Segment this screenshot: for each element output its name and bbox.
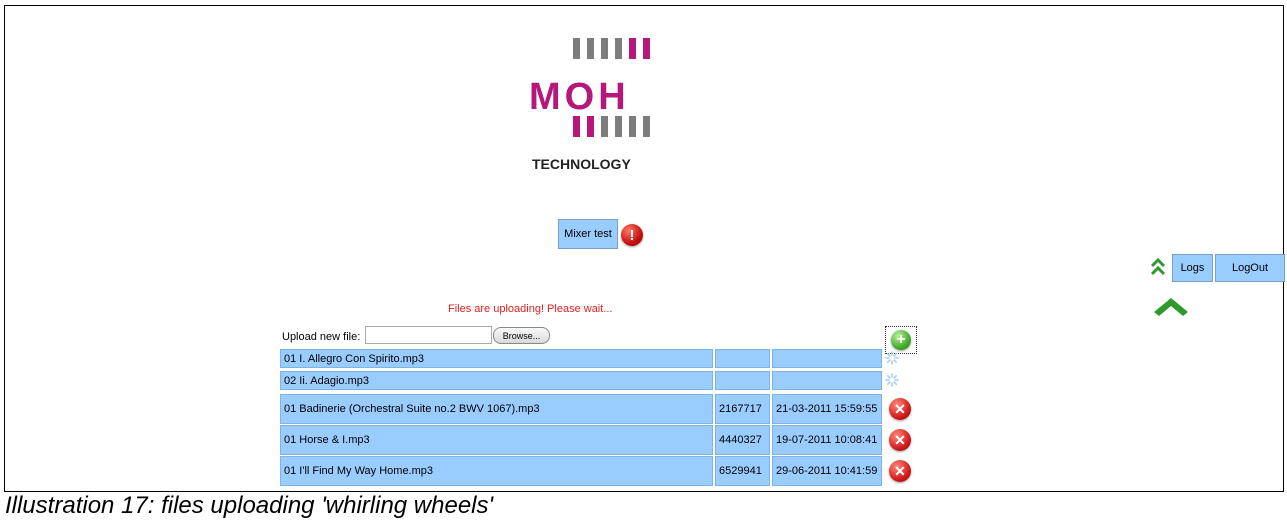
upload-file-input[interactable] (365, 326, 492, 344)
file-date (772, 349, 882, 368)
double-chevron-up-icon[interactable] (1150, 256, 1166, 278)
logo-brand: MOH (529, 76, 630, 118)
file-row: 01 I'll Find My Way Home.mp3 6529941 29-… (280, 456, 911, 486)
delete-file-icon[interactable]: ✕ (889, 429, 911, 451)
loading-spinner-icon (885, 351, 899, 365)
file-row: 02 Ii. Adagio.mp3 (280, 371, 899, 390)
file-row: 01 Horse & I.mp3 4440327 19-07-2011 10:0… (280, 425, 911, 455)
browse-button[interactable]: Browse... (493, 327, 550, 344)
plus-circle-icon: + (891, 330, 911, 350)
file-size: 6529941 (715, 456, 770, 486)
file-name: 01 Horse & I.mp3 (280, 425, 713, 455)
exclamation-icon[interactable]: ! (621, 224, 643, 246)
logo-tagline: TECHNOLOGY (532, 156, 631, 172)
delete-file-icon[interactable]: ✕ (889, 460, 911, 482)
file-row: 01 I. Allegro Con Spirito.mp3 (280, 349, 899, 368)
upload-status-text: Files are uploading! Please wait... (448, 303, 613, 315)
logs-button[interactable]: Logs (1172, 254, 1213, 282)
file-name: 01 Badinerie (Orchestral Suite no.2 BWV … (280, 394, 713, 424)
file-size: 2167717 (715, 394, 770, 424)
delete-file-icon[interactable]: ✕ (889, 398, 911, 420)
loading-spinner-icon (885, 373, 899, 387)
file-date: 29-06-2011 10:41:59 (772, 456, 882, 486)
file-size: 4440327 (715, 425, 770, 455)
moh-technology-logo: MOH TECHNOLOGY (525, 38, 685, 178)
file-name: 01 I. Allegro Con Spirito.mp3 (280, 349, 713, 368)
chevron-up-icon[interactable] (1154, 297, 1188, 317)
file-name: 01 I'll Find My Way Home.mp3 (280, 456, 713, 486)
file-row: 01 Badinerie (Orchestral Suite no.2 BWV … (280, 394, 911, 424)
screenshot-frame: MOH TECHNOLOGY Mixer test ! Logs LogOut … (4, 5, 1285, 492)
upload-label: Upload new file: (282, 331, 361, 343)
file-name: 02 Ii. Adagio.mp3 (280, 371, 713, 390)
logout-button[interactable]: LogOut (1215, 254, 1285, 282)
file-size (715, 371, 770, 390)
file-date: 21-03-2011 15:59:55 (772, 394, 882, 424)
file-date: 19-07-2011 10:08:41 (772, 425, 882, 455)
add-file-button[interactable]: + (885, 326, 917, 354)
illustration-caption: Illustration 17: files uploading 'whirli… (5, 492, 494, 519)
mixer-test-button[interactable]: Mixer test (558, 219, 618, 249)
file-size (715, 349, 770, 368)
file-date (772, 371, 882, 390)
